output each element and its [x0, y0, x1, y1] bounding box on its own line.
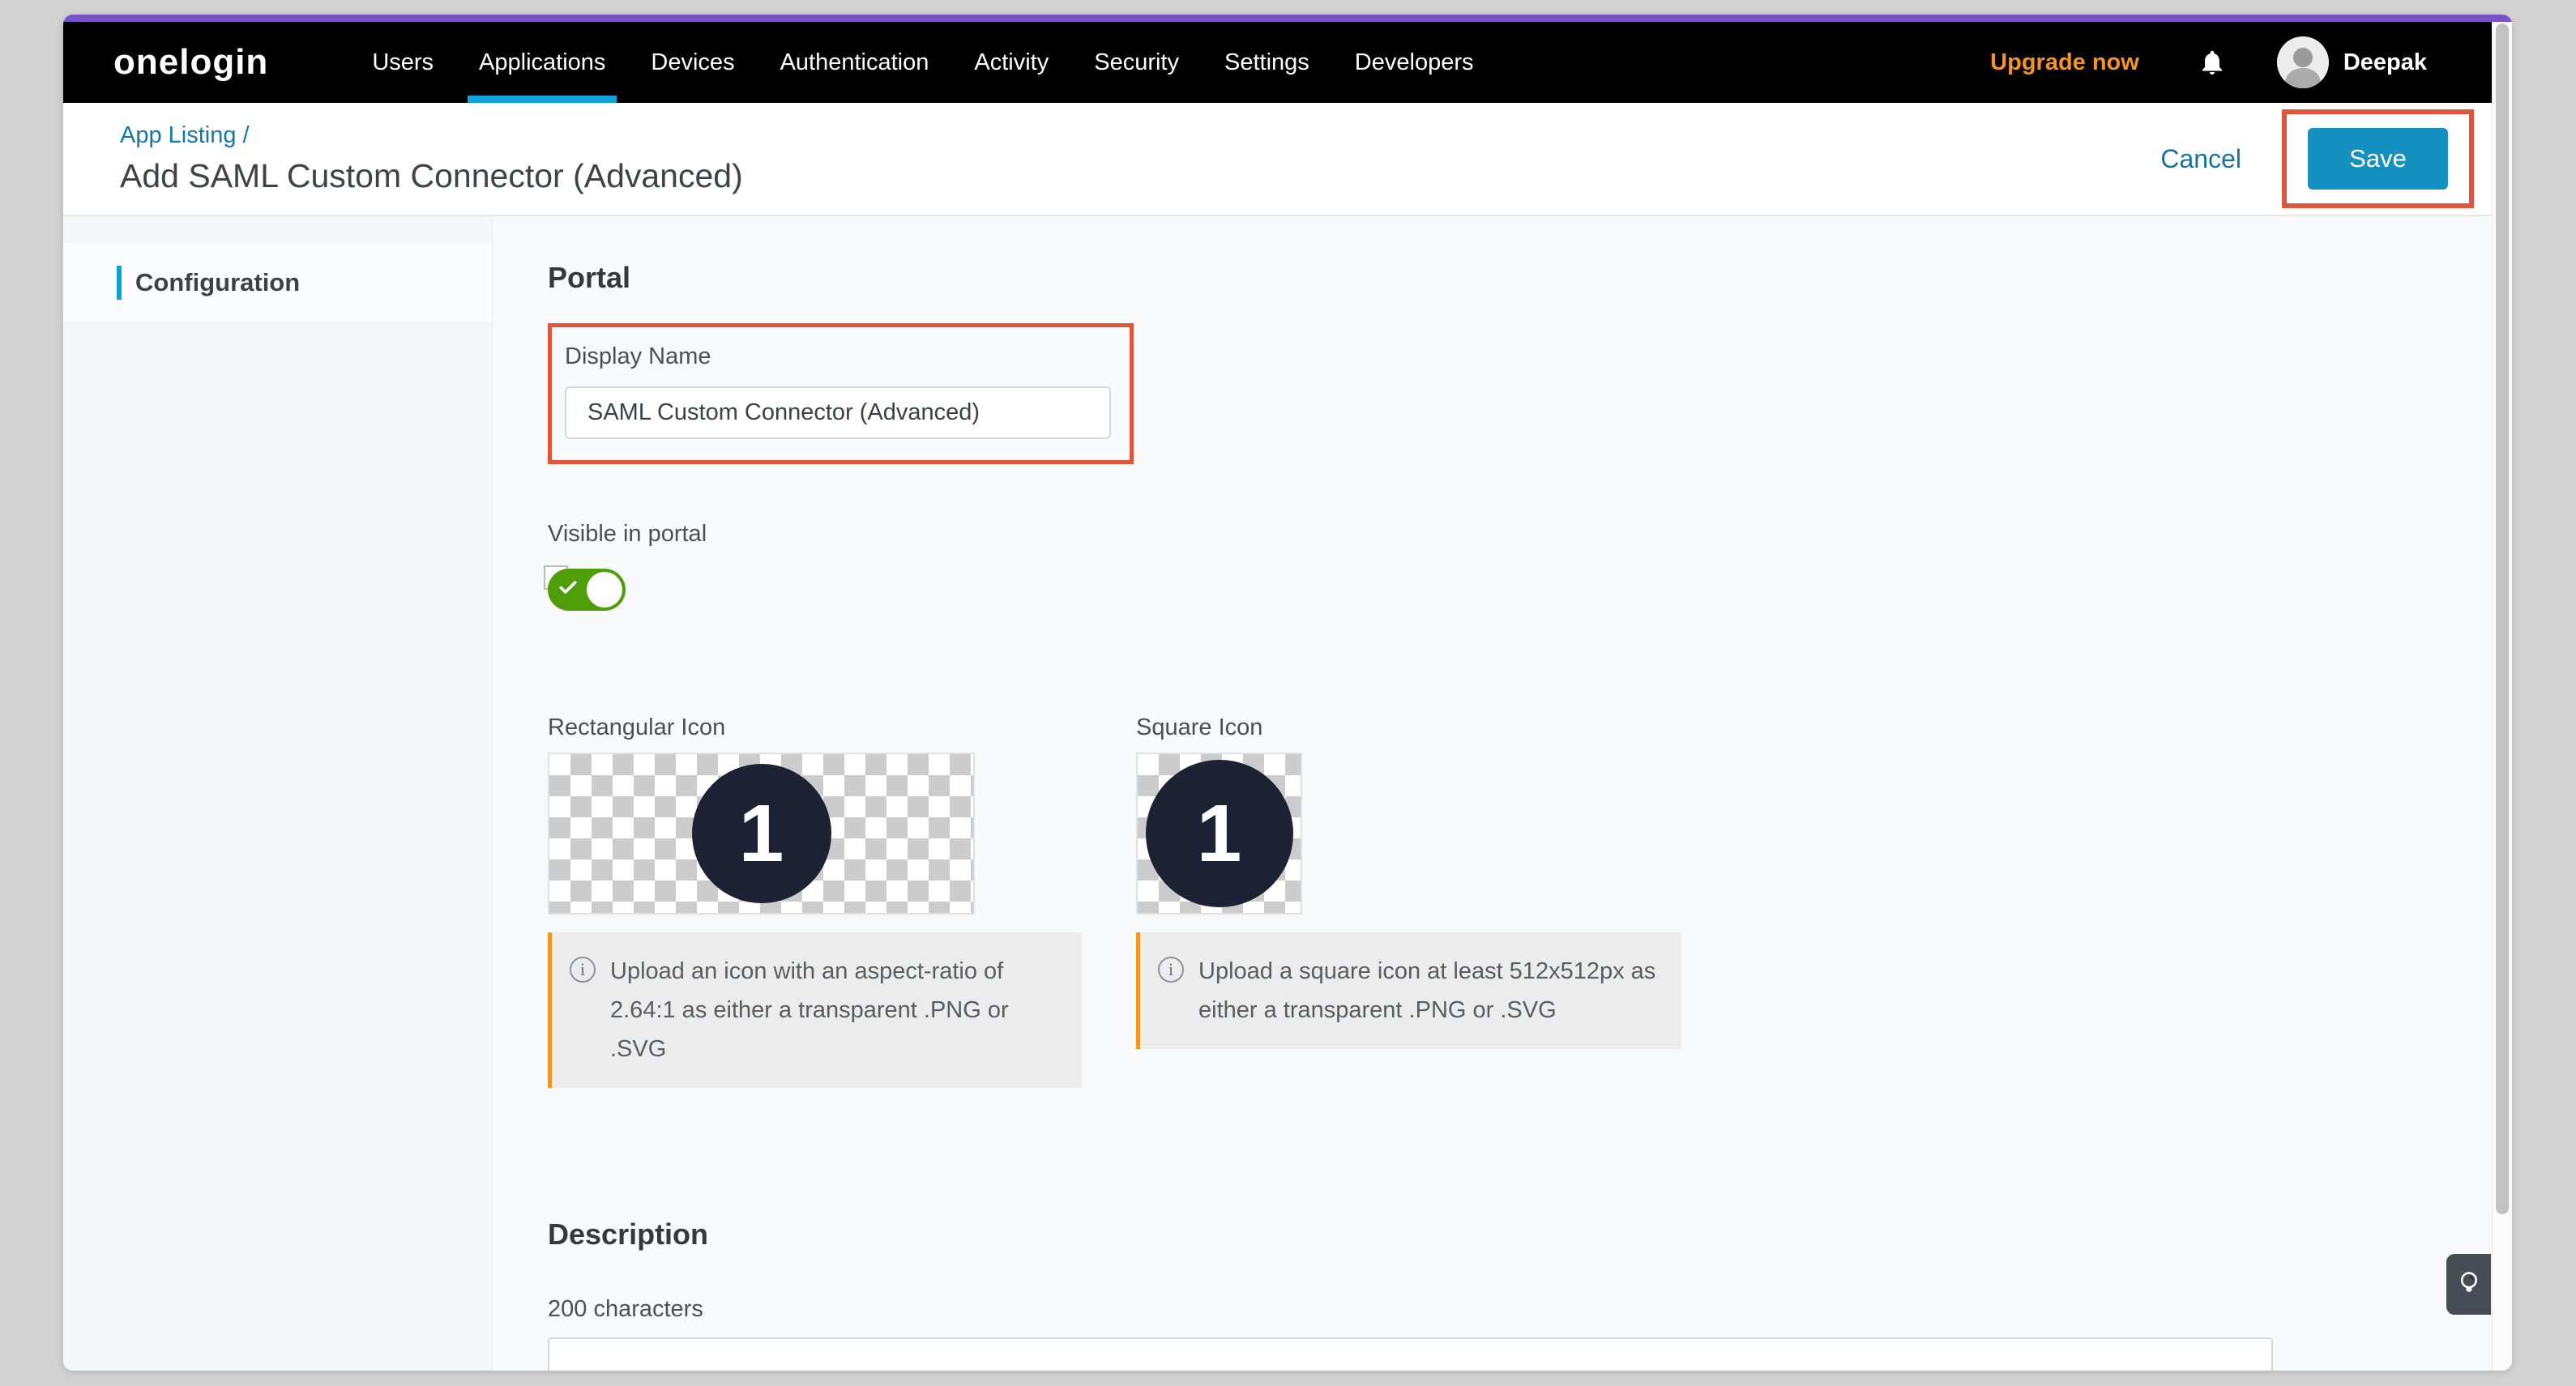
rectangular-icon-upload[interactable]: 1	[548, 753, 975, 915]
cancel-button[interactable]: Cancel	[2160, 144, 2241, 174]
char-count-label: 200 characters	[548, 1296, 2492, 1323]
scrollbar-track[interactable]	[2492, 22, 2512, 1371]
upgrade-now-link[interactable]: Upgrade now	[1990, 49, 2139, 76]
nav-item-devices[interactable]: Devices	[628, 22, 757, 103]
avatar[interactable]	[2277, 36, 2329, 88]
app-logo-rect: 1	[692, 764, 831, 903]
portal-heading: Portal	[548, 261, 2492, 295]
visible-in-portal-label: Visible in portal	[548, 521, 2492, 548]
square-icon-note-text: Upload a square icon at least 512x512px …	[1198, 952, 1660, 1030]
display-name-label: Display Name	[565, 343, 1117, 370]
square-icon-upload[interactable]: 1	[1136, 753, 1302, 915]
description-heading: Description	[548, 1218, 2492, 1252]
square-icon-note: i Upload a square icon at least 512x512p…	[1136, 932, 1681, 1049]
rectangular-icon-note-text: Upload an icon with an aspect-ratio of 2…	[610, 952, 1061, 1068]
rectangular-icon-label: Rectangular Icon	[548, 714, 1082, 741]
sidebar-item-configuration[interactable]: Configuration	[63, 243, 492, 322]
display-name-annotation-box: Display Name	[548, 323, 1134, 464]
square-icon-label: Square Icon	[1136, 714, 1681, 741]
lightbulb-icon	[2455, 1269, 2483, 1301]
scrollbar-thumb[interactable]	[2496, 23, 2509, 1214]
onelogin-logo[interactable]: onelogin	[113, 42, 268, 83]
nav-item-developers[interactable]: Developers	[1332, 22, 1497, 103]
rectangular-icon-note: i Upload an icon with an aspect-ratio of…	[548, 932, 1082, 1088]
user-name[interactable]: Deepak	[2343, 49, 2427, 76]
nav-menu: Users Applications Devices Authenticatio…	[349, 22, 1496, 103]
sidebar: Configuration	[63, 216, 493, 1371]
save-button[interactable]: Save	[2308, 128, 2448, 190]
nav-item-users[interactable]: Users	[349, 22, 456, 103]
bell-icon[interactable]	[2198, 46, 2227, 79]
top-nav: onelogin Users Applications Devices Auth…	[63, 22, 2492, 103]
sidebar-item-label: Configuration	[135, 268, 300, 297]
display-name-input[interactable]	[565, 386, 1111, 439]
description-textarea[interactable]	[548, 1337, 2273, 1371]
top-purple-strip	[63, 15, 2512, 22]
page-header: App Listing / Add SAML Custom Connector …	[63, 103, 2492, 216]
breadcrumb[interactable]: App Listing /	[120, 122, 743, 149]
save-annotation-box: Save	[2282, 109, 2474, 208]
info-icon: i	[1158, 957, 1184, 983]
nav-item-security[interactable]: Security	[1071, 22, 1202, 103]
browser-page: onelogin Users Applications Devices Auth…	[63, 15, 2512, 1371]
visible-in-portal-toggle[interactable]	[548, 569, 626, 611]
toggle-knob	[587, 572, 622, 608]
nav-item-activity[interactable]: Activity	[951, 22, 1071, 103]
nav-item-settings[interactable]: Settings	[1202, 22, 1332, 103]
page-title: Add SAML Custom Connector (Advanced)	[120, 157, 743, 195]
main-content: Portal Display Name Visible in portal	[493, 216, 2492, 1371]
nav-item-applications[interactable]: Applications	[456, 22, 628, 103]
nav-item-authentication[interactable]: Authentication	[758, 22, 952, 103]
checkmark-icon	[557, 577, 579, 598]
help-lightbulb-button[interactable]	[2446, 1254, 2491, 1315]
active-indicator-bar	[117, 266, 122, 300]
app-logo-square: 1	[1146, 760, 1293, 907]
info-icon: i	[570, 957, 596, 983]
